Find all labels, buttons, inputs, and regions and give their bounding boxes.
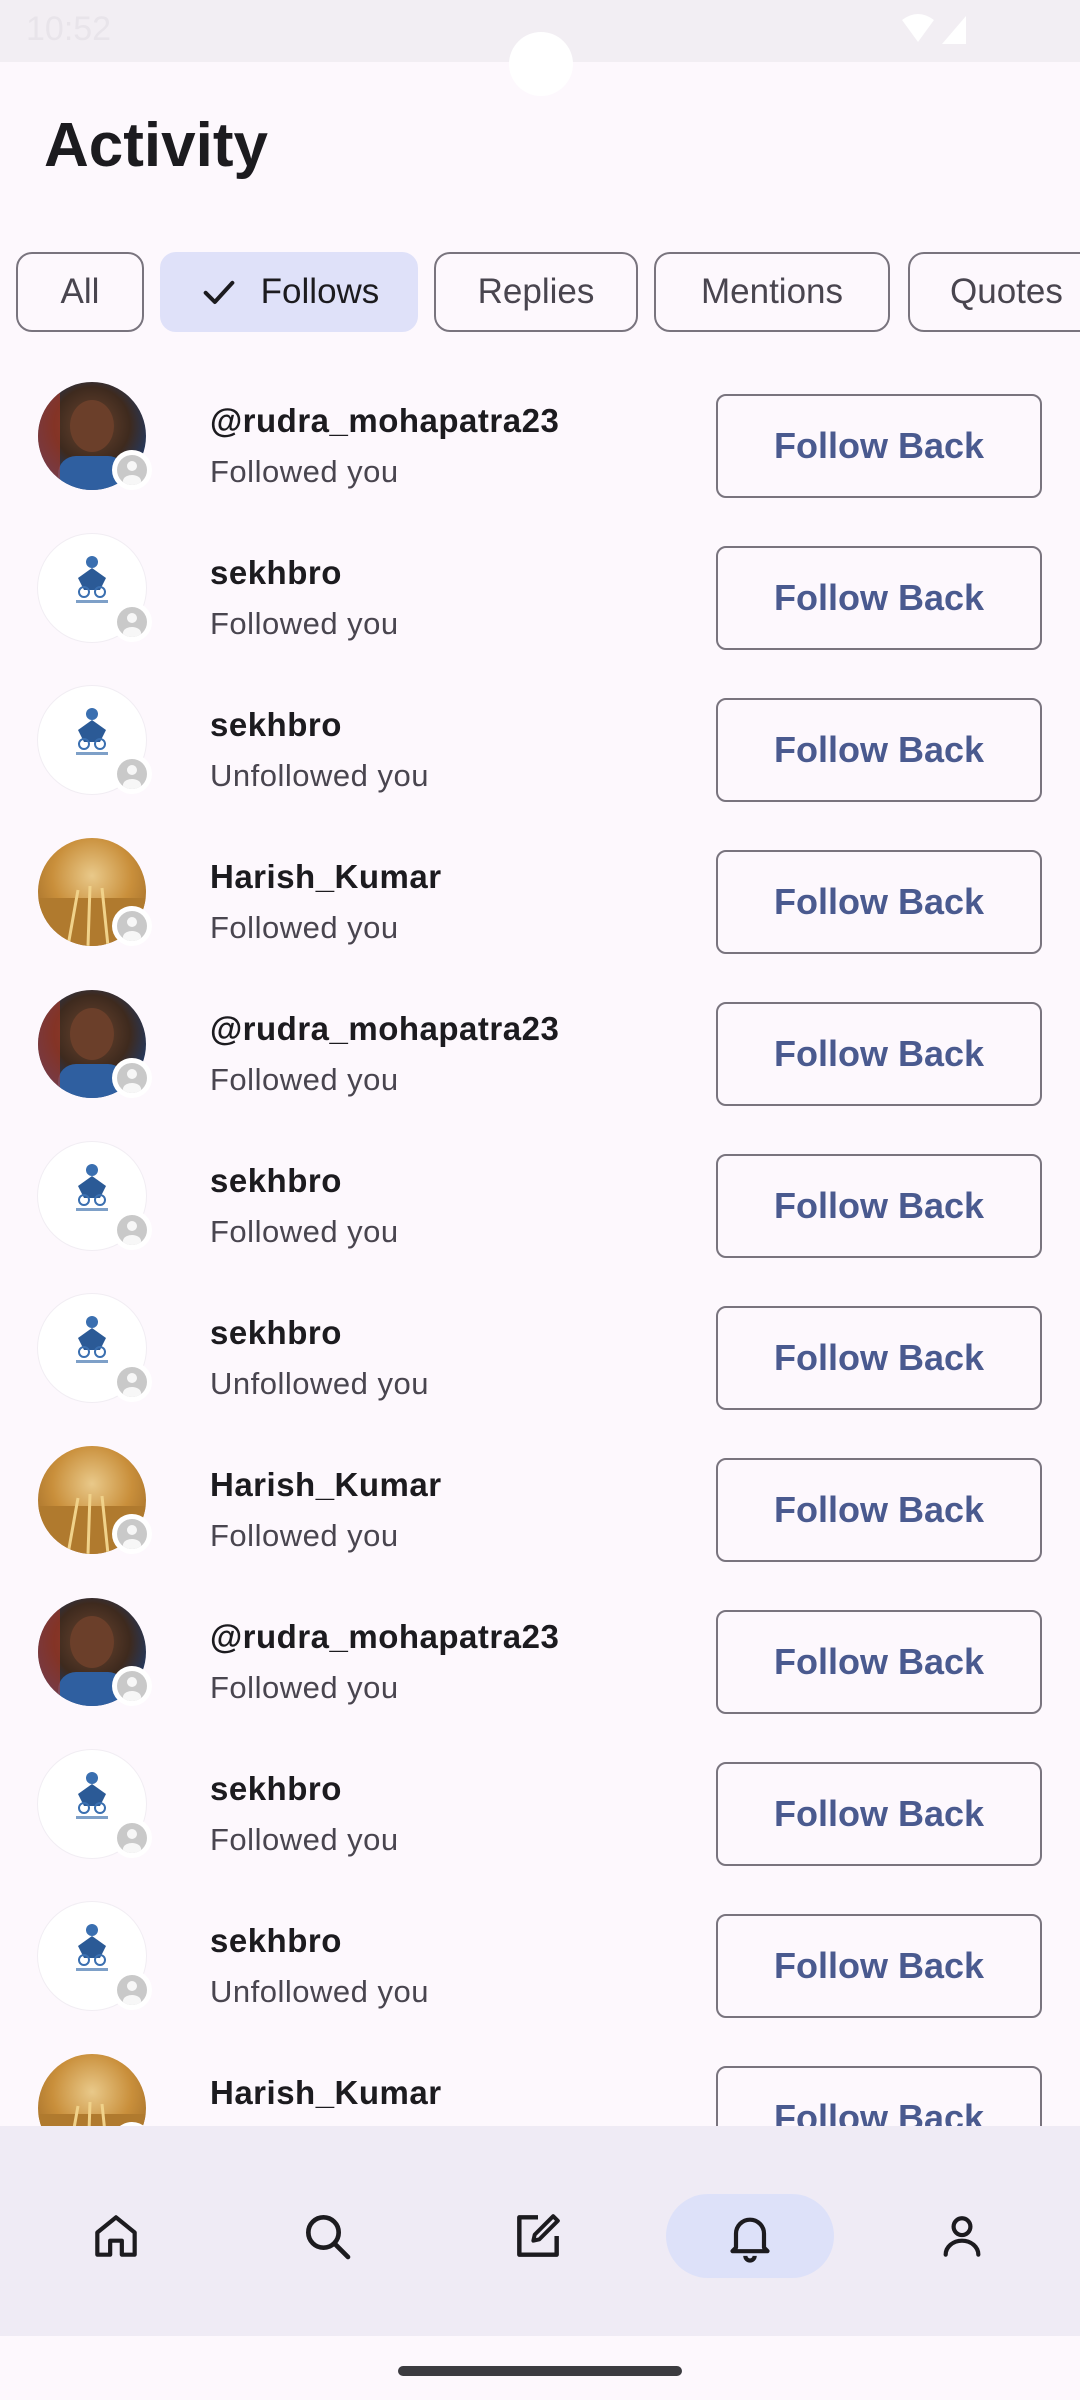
activity-status: Followed you	[210, 1822, 399, 1857]
compose-icon	[517, 2214, 560, 2257]
chip-all[interactable]: All	[16, 252, 144, 332]
chip-label: Quotes	[950, 272, 1063, 311]
page-title: Activity	[44, 111, 268, 180]
activity-row[interactable]: Harish_Kumar Followed you Follow Back	[0, 828, 1080, 980]
username[interactable]: Harish_Kumar	[210, 1466, 442, 1504]
follow-back-button[interactable]: Follow Back	[716, 1458, 1042, 1562]
search-icon	[306, 2215, 351, 2260]
user-badge-icon	[112, 1210, 152, 1250]
username[interactable]: sekhbro	[210, 1314, 342, 1352]
profile-icon	[943, 2216, 981, 2257]
user-badge-icon	[112, 1666, 152, 1706]
chip-label: Mentions	[700, 272, 844, 311]
nav-home[interactable]	[32, 2194, 200, 2278]
follow-back-button[interactable]: Follow Back	[716, 698, 1042, 802]
activity-row[interactable]: sekhbro Unfollowed you Follow Back	[0, 676, 1080, 828]
follow-back-button[interactable]: Follow Back	[716, 1154, 1042, 1258]
activity-row[interactable]: Harish_Kumar Followed you Follow Back	[0, 1436, 1080, 1588]
username[interactable]: Harish_Kumar	[210, 2074, 442, 2112]
user-badge-icon	[112, 1818, 152, 1858]
signal-icon	[942, 16, 966, 44]
username[interactable]: sekhbro	[210, 554, 342, 592]
follow-back-button[interactable]: Follow Back	[716, 394, 1042, 498]
user-badge-icon	[112, 1970, 152, 2010]
follow-back-button[interactable]: Follow Back	[716, 1762, 1042, 1866]
bell-icon	[730, 2217, 770, 2263]
username[interactable]: sekhbro	[210, 706, 342, 744]
user-badge-icon	[112, 1362, 152, 1402]
activity-status: Followed you	[210, 454, 399, 489]
bottom-navigation	[0, 2126, 1080, 2336]
username[interactable]: sekhbro	[210, 1922, 342, 1960]
user-badge-icon	[112, 602, 152, 642]
activity-row[interactable]: @rudra_mohapatra23 Followed you Follow Bac…	[0, 1588, 1080, 1740]
filter-chips: All Follows Replies Mentions Quotes	[16, 252, 1080, 336]
activity-row[interactable]: sekhbro Followed you Follow Back	[0, 1132, 1080, 1284]
chip-mentions[interactable]: Mentions	[654, 252, 890, 332]
chip-quotes[interactable]: Quotes	[908, 252, 1080, 332]
activity-status: Followed you	[210, 1518, 399, 1553]
follow-back-button[interactable]: Follow Back	[716, 1306, 1042, 1410]
activity-row[interactable]: @rudra_mohapatra23 Followed you Follow Bac…	[0, 372, 1080, 524]
user-badge-icon	[112, 906, 152, 946]
activity-row[interactable]: @rudra_mohapatra23 Followed you Follow Bac…	[0, 980, 1080, 1132]
activity-row[interactable]: sekhbro Followed you Follow Back	[0, 1740, 1080, 1892]
user-badge-icon	[112, 1058, 152, 1098]
user-badge-icon	[112, 754, 152, 794]
chip-label: All	[60, 272, 100, 311]
wifi-icon	[902, 14, 934, 42]
nav-profile[interactable]	[878, 2194, 1046, 2278]
activity-status: Unfollowed you	[210, 758, 429, 793]
chip-replies[interactable]: Replies	[434, 252, 638, 332]
follow-back-button[interactable]: Follow Back	[716, 850, 1042, 954]
activity-row[interactable]: sekhbro Followed you Follow Back	[0, 524, 1080, 676]
activity-status: Followed you	[210, 1062, 399, 1097]
username[interactable]: Harish_Kumar	[210, 858, 442, 896]
user-badge-icon	[112, 1514, 152, 1554]
activity-status: Unfollowed you	[210, 1366, 429, 1401]
activity-list: @rudra_mohapatra23 Followed you Follow Bac…	[0, 372, 1080, 2196]
follow-back-button[interactable]: Follow Back	[716, 546, 1042, 650]
chip-label: Replies	[477, 272, 595, 311]
camera-cutout	[509, 32, 573, 96]
activity-row[interactable]: sekhbro Unfollowed you Follow Back	[0, 1284, 1080, 1436]
nav-search[interactable]	[243, 2194, 411, 2278]
username[interactable]: sekhbro	[210, 1162, 342, 1200]
username[interactable]: @rudra_mohapatra23	[210, 402, 559, 440]
username[interactable]: sekhbro	[210, 1770, 342, 1808]
home-icon	[95, 2215, 137, 2257]
gesture-handle[interactable]	[398, 2366, 682, 2376]
follow-back-button[interactable]: Follow Back	[716, 1610, 1042, 1714]
nav-compose[interactable]	[454, 2194, 622, 2278]
chip-follows[interactable]: Follows	[160, 252, 418, 332]
activity-status: Unfollowed you	[210, 1974, 429, 2009]
nav-notifications[interactable]	[666, 2194, 834, 2278]
follow-back-button[interactable]: Follow Back	[716, 1914, 1042, 2018]
chip-label: Follows	[260, 272, 380, 311]
activity-row[interactable]: sekhbro Unfollowed you Follow Back	[0, 1892, 1080, 2044]
username[interactable]: @rudra_mohapatra23	[210, 1618, 559, 1656]
activity-status: Followed you	[210, 1670, 399, 1705]
username[interactable]: @rudra_mohapatra23	[210, 1010, 559, 1048]
follow-back-button[interactable]: Follow Back	[716, 1002, 1042, 1106]
activity-status: Followed you	[210, 606, 399, 641]
status-time: 10:52	[26, 10, 112, 48]
user-badge-icon	[112, 450, 152, 490]
check-icon	[203, 280, 235, 304]
gesture-area	[0, 2336, 1080, 2400]
activity-status: Followed you	[210, 1214, 399, 1249]
status-icons	[902, 14, 966, 44]
activity-status: Followed you	[210, 910, 399, 945]
